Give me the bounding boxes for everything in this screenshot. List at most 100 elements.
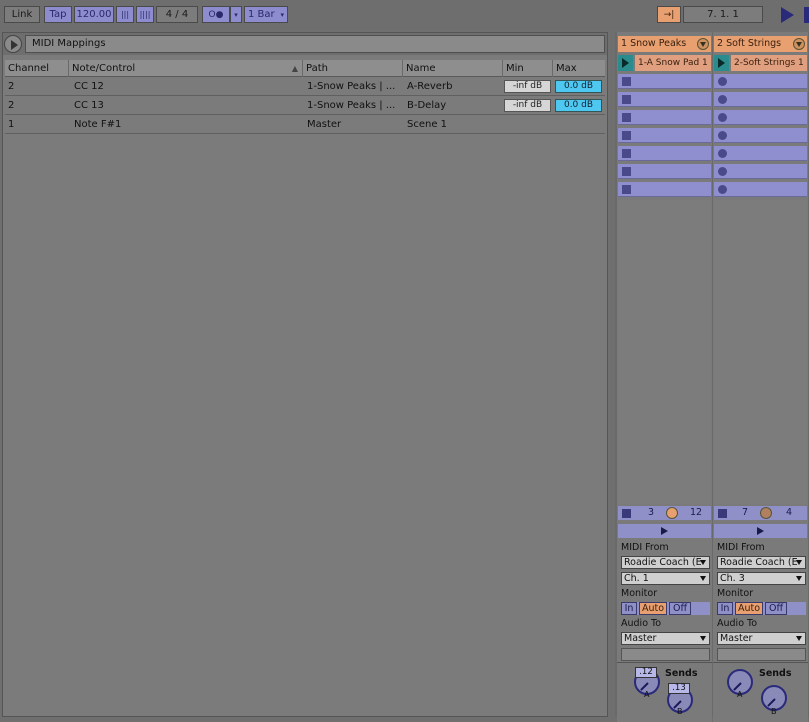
play-icon[interactable] <box>781 7 794 23</box>
column-path[interactable]: Path <box>303 60 403 77</box>
stop-clips-icon[interactable] <box>622 509 631 518</box>
monitor-off-button[interactable]: Off <box>765 602 787 615</box>
stop-square-icon <box>622 113 631 122</box>
nudge-down-icon[interactable]: ||| <box>116 6 134 23</box>
link-button[interactable]: Link <box>4 6 40 23</box>
clip-slot-empty[interactable] <box>618 182 711 197</box>
channel-select[interactable]: Ch. 3 <box>717 572 806 585</box>
audio-to-channel-select[interactable] <box>621 648 710 661</box>
meter-left-value: 3 <box>648 507 655 518</box>
tempo-field[interactable]: 120.00 <box>74 6 114 23</box>
monitor-group: In Auto Off <box>621 602 710 615</box>
clip-slot-empty[interactable] <box>714 92 807 107</box>
midi-from-select[interactable]: Roadie Coach (E <box>621 556 710 569</box>
max-value-field[interactable]: 0.0 dB <box>555 80 602 93</box>
monitor-in-button[interactable]: In <box>717 602 733 615</box>
monitor-group: In Auto Off <box>717 602 806 615</box>
track-fold-icon[interactable] <box>793 38 805 50</box>
track-1: 1 Snow Peaks 1-A Snow Pad 1 3 12 MIDI Fr… <box>617 32 712 722</box>
record-circle-icon <box>718 149 727 158</box>
clip-play-icon[interactable] <box>618 55 633 71</box>
arrangement-follow-icon[interactable]: →| <box>657 6 681 23</box>
max-value-field[interactable]: 0.0 dB <box>555 99 602 112</box>
track-title[interactable]: 2 Soft Strings <box>714 36 807 52</box>
clip-slot-empty[interactable] <box>714 182 807 197</box>
cell-path: 1-Snow Peaks | ... <box>307 100 396 111</box>
stop-square-icon <box>622 77 631 86</box>
cell-control: CC 12 <box>74 81 104 92</box>
nudge-up-icon[interactable]: |||| <box>136 6 154 23</box>
audio-to-channel-select[interactable] <box>717 648 806 661</box>
stop-icon[interactable] <box>804 7 809 23</box>
midi-mappings-header: MIDI Mappings <box>3 33 607 55</box>
track-title[interactable]: 1 Snow Peaks <box>618 36 711 52</box>
min-value-field[interactable]: -inf dB <box>504 99 551 112</box>
arm-icon[interactable] <box>760 507 772 519</box>
audio-to-label: Audio To <box>621 618 662 629</box>
clip-slot-empty[interactable] <box>618 146 711 161</box>
empty-slot-area <box>714 200 807 504</box>
monitor-auto-button[interactable]: Auto <box>735 602 763 615</box>
table-row[interactable]: 1 Note F#1 Master Scene 1 <box>5 115 605 134</box>
table-header: Channel Note/Control ▲ Path Name Min Max <box>5 60 605 77</box>
send-a-value[interactable]: .12 <box>635 667 657 678</box>
stop-square-icon <box>622 131 631 140</box>
clip-slot-empty[interactable] <box>618 92 711 107</box>
column-note-control[interactable]: Note/Control ▲ <box>69 60 303 77</box>
clip-slot-playing[interactable]: 2-Soft Strings 1 <box>714 55 807 71</box>
column-name[interactable]: Name <box>403 60 503 77</box>
sends-label: Sends <box>665 668 698 679</box>
track-fold-icon[interactable] <box>697 38 709 50</box>
clip-slot-empty[interactable] <box>714 164 807 179</box>
clip-slot-empty[interactable] <box>714 146 807 161</box>
track-launch-row[interactable] <box>714 524 807 538</box>
table-row[interactable]: 2 CC 12 1-Snow Peaks | ... A-Reverb -inf… <box>5 77 605 96</box>
quantize-chevron-icon: ▾ <box>280 10 284 19</box>
column-max[interactable]: Max <box>553 60 605 77</box>
clip-play-icon[interactable] <box>714 55 729 71</box>
monitor-auto-button[interactable]: Auto <box>639 602 667 615</box>
clip-slot-empty[interactable] <box>618 164 711 179</box>
sends-label: Sends <box>759 668 792 679</box>
monitor-label: Monitor <box>621 588 658 599</box>
quantize-menu[interactable]: 1 Bar ▾ <box>244 6 288 23</box>
table-row[interactable]: 2 CC 13 1-Snow Peaks | ... B-Delay -inf … <box>5 96 605 115</box>
clip-slot-empty[interactable] <box>714 128 807 143</box>
stop-square-icon <box>622 185 631 194</box>
meter-left-value: 7 <box>742 507 749 518</box>
audio-to-select[interactable]: Master <box>621 632 710 645</box>
record-circle-icon <box>718 131 727 140</box>
monitor-in-button[interactable]: In <box>621 602 637 615</box>
clip-slot-empty[interactable] <box>618 74 711 89</box>
metronome-menu-chevron-icon[interactable]: ▾ <box>230 6 242 23</box>
cell-control: Note F#1 <box>74 119 122 130</box>
column-min[interactable]: Min <box>503 60 553 77</box>
panel-toggle-icon[interactable] <box>4 35 22 53</box>
track-launch-row[interactable] <box>618 524 711 538</box>
clip-slot-empty[interactable] <box>618 128 711 143</box>
track-name: 1 Snow Peaks <box>621 38 687 49</box>
monitor-off-button[interactable]: Off <box>669 602 691 615</box>
midi-from-label: MIDI From <box>621 542 669 553</box>
arm-icon[interactable] <box>666 507 678 519</box>
launch-icon <box>757 527 764 535</box>
metronome-icon[interactable]: O● <box>202 6 230 23</box>
track-io-section: 7 4 MIDI From Roadie Coach (E Ch. 3 Moni… <box>713 506 808 722</box>
position-field[interactable]: 7. 1. 1 <box>683 6 763 23</box>
midi-from-select[interactable]: Roadie Coach (E <box>717 556 806 569</box>
tap-tempo-button[interactable]: Tap <box>44 6 72 23</box>
send-b-value[interactable]: .13 <box>668 683 690 694</box>
meter-right-value: 4 <box>786 507 793 518</box>
cell-channel: 1 <box>8 119 15 130</box>
clip-slot-empty[interactable] <box>714 110 807 125</box>
channel-select[interactable]: Ch. 1 <box>621 572 710 585</box>
stop-clips-icon[interactable] <box>718 509 727 518</box>
clip-slot-playing[interactable]: 1-A Snow Pad 1 <box>618 55 711 71</box>
midi-from-label: MIDI From <box>717 542 765 553</box>
clip-slot-empty[interactable] <box>714 74 807 89</box>
column-channel[interactable]: Channel <box>5 60 69 77</box>
min-value-field[interactable]: -inf dB <box>504 80 551 93</box>
clip-slot-empty[interactable] <box>618 110 711 125</box>
time-signature-field[interactable]: 4 / 4 <box>156 6 198 23</box>
audio-to-select[interactable]: Master <box>717 632 806 645</box>
